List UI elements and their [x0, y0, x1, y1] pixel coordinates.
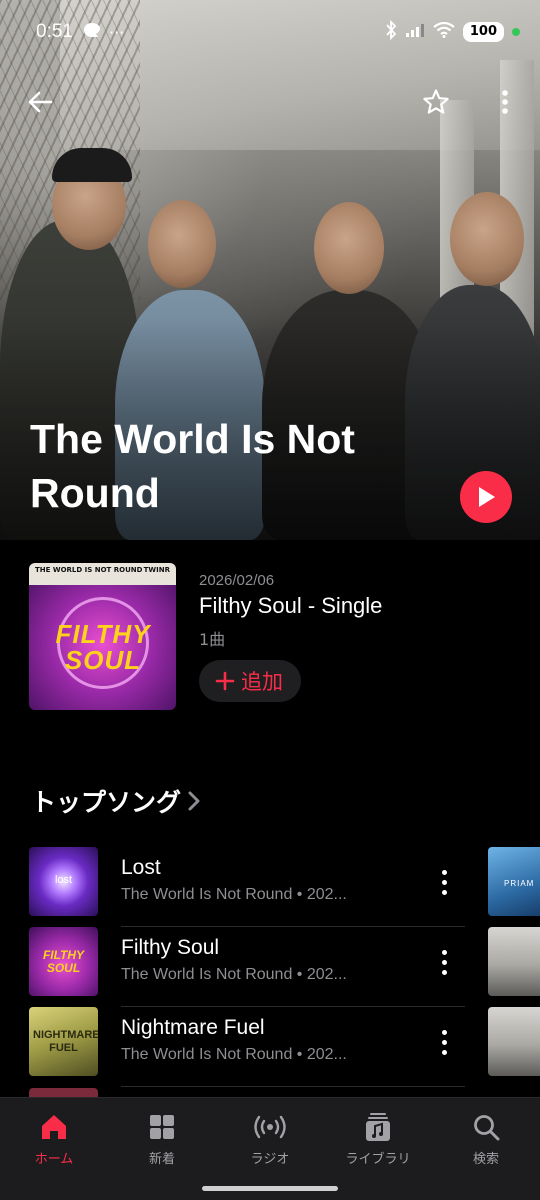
song-artwork: NIGHTMARE FUEL	[29, 1007, 98, 1076]
status-bar: 0:51 ··· 100	[36, 18, 520, 46]
song-title: Lost	[121, 856, 161, 879]
artwork-text: NIGHTMARE FUEL	[33, 1029, 98, 1054]
release-title[interactable]: Filthy Soul - Single	[199, 593, 382, 619]
dot-icon	[441, 959, 447, 965]
favorite-button[interactable]	[414, 80, 458, 124]
notification-icon	[83, 22, 101, 43]
band-member-3-head	[314, 202, 384, 294]
more-options-button[interactable]	[483, 80, 527, 124]
back-button[interactable]	[18, 80, 62, 124]
artwork-text: FILTHY SOUL	[42, 948, 85, 975]
song-more-button[interactable]	[429, 865, 459, 899]
row-divider	[121, 1086, 465, 1087]
vertical-dots-icon	[502, 90, 508, 114]
song-subtitle: The World Is Not Round • 202...	[121, 1046, 347, 1063]
song-subtitle: The World Is Not Round • 202...	[121, 886, 347, 903]
cover-tag: TWINR	[143, 566, 170, 574]
artist-name-title: The World Is Not Round	[30, 416, 355, 516]
song-subtitle: The World Is Not Round • 202...	[121, 966, 347, 983]
song-row[interactable]: NIGHTMARE FUEL Nightmare Fuel The World …	[29, 1007, 465, 1087]
tab-label: ホーム	[34, 1152, 74, 1167]
song-more-button[interactable]	[429, 1025, 459, 1059]
cover-header-strip: TWINR THE WORLD IS NOT ROUND	[29, 563, 176, 585]
home-icon	[42, 1115, 66, 1139]
cover-header-text: THE WORLD IS NOT ROUND	[35, 566, 143, 574]
next-column-artwork[interactable]: PRIAM	[488, 847, 540, 916]
cover-word-2: SOUL	[64, 645, 142, 675]
add-label: 追加	[241, 670, 283, 694]
band-member-1-cap	[52, 148, 132, 182]
dot-icon	[441, 889, 447, 895]
dot-icon	[441, 1029, 447, 1035]
back-arrow-icon	[28, 91, 53, 113]
dot-icon	[441, 969, 447, 975]
play-button[interactable]	[460, 471, 512, 523]
library-icon	[366, 1113, 390, 1141]
artwork-text: lost	[54, 874, 73, 886]
song-artwork: FILTHY SOUL	[29, 927, 98, 996]
artwork-text: PRIAM	[504, 879, 535, 888]
privacy-indicator-dot	[512, 28, 520, 36]
signal-icon	[405, 22, 425, 43]
tab-search[interactable]: 検索	[436, 1110, 536, 1170]
wifi-icon	[433, 21, 455, 43]
release-track-count: 1曲	[199, 630, 226, 649]
grid-icon	[150, 1115, 174, 1139]
band-member-4-head	[450, 192, 524, 286]
song-title: Nightmare Fuel	[121, 1016, 265, 1039]
dot-icon	[441, 869, 447, 875]
song-row[interactable]: lost Lost The World Is Not Round • 202..…	[29, 847, 465, 927]
tab-new[interactable]: 新着	[112, 1110, 212, 1170]
plus-icon	[215, 671, 235, 691]
next-column-artwork[interactable]	[488, 927, 540, 996]
tab-bar: ホーム 新着 ラジオ ライブラリ 検索	[0, 1097, 540, 1200]
chevron-right-icon	[188, 791, 200, 811]
add-to-library-button[interactable]: 追加	[199, 660, 301, 702]
tab-home[interactable]: ホーム	[4, 1110, 104, 1170]
release-cover-art[interactable]: TWINR THE WORLD IS NOT ROUND FILTHY SOUL	[29, 563, 176, 710]
tab-radio[interactable]: ラジオ	[220, 1110, 320, 1170]
song-title: Filthy Soul	[121, 936, 220, 959]
tab-library[interactable]: ライブラリ	[328, 1110, 428, 1170]
home-indicator[interactable]	[202, 1186, 338, 1191]
release-date: 2026/02/06	[199, 572, 275, 589]
star-icon	[423, 89, 449, 114]
radio-icon	[254, 1115, 286, 1139]
top-songs-title: トップソング	[31, 788, 182, 817]
tab-label: 新着	[148, 1152, 175, 1167]
tab-label: ライブラリ	[345, 1152, 411, 1167]
song-more-button[interactable]	[429, 945, 459, 979]
tab-label: ラジオ	[250, 1152, 290, 1167]
status-time: 0:51	[36, 21, 73, 42]
next-column-artwork[interactable]	[488, 1007, 540, 1076]
band-member-2-head	[148, 200, 216, 288]
dot-icon	[441, 949, 447, 955]
tab-label: 検索	[472, 1152, 499, 1167]
dot-icon	[441, 879, 447, 885]
dot-icon	[441, 1039, 447, 1045]
top-songs-header[interactable]: トップソング	[31, 783, 201, 819]
battery-indicator: 100	[462, 22, 504, 42]
song-row[interactable]: FILTHY SOUL Filthy Soul The World Is Not…	[29, 927, 465, 1007]
more-notifications-dots: ···	[108, 22, 125, 42]
song-artwork: lost	[29, 847, 98, 916]
search-icon	[474, 1115, 500, 1141]
latest-release[interactable]: TWINR THE WORLD IS NOT ROUND FILTHY SOUL…	[29, 563, 509, 713]
play-icon	[479, 487, 495, 507]
bluetooth-icon	[385, 19, 397, 45]
dot-icon	[441, 1049, 447, 1055]
